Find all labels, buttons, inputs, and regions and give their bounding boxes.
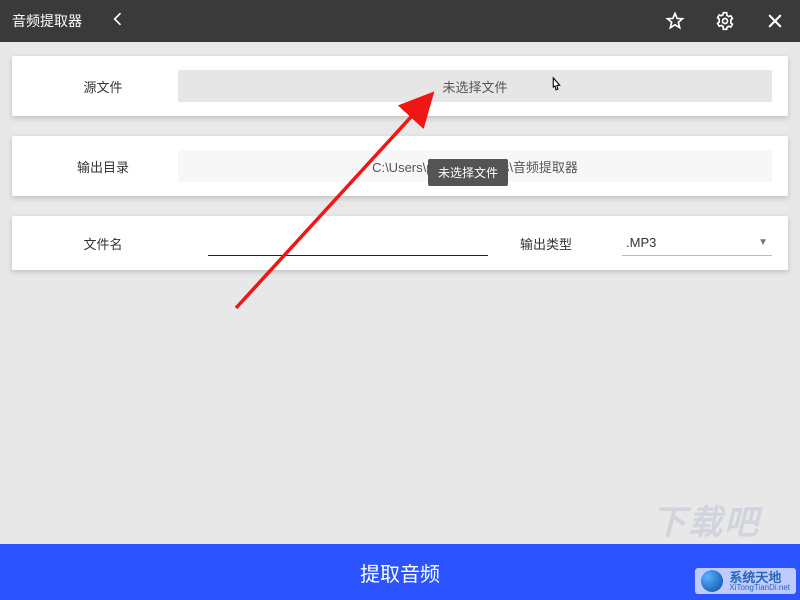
watermark: 系统天地 XiTongTianDi.net [695,568,796,594]
filename-input[interactable] [208,230,488,256]
output-dir-label: 输出目录 [28,157,178,176]
close-button[interactable] [762,8,788,34]
title-bar: 音频提取器 [0,0,800,42]
source-file-text: 未选择文件 [442,77,507,96]
file-options-card: 文件名 输出类型 .MP3 ▼ [12,216,788,270]
source-file-label: 源文件 [28,77,178,96]
source-file-tooltip: 未选择文件 [428,159,508,186]
output-type-value: .MP3 [626,235,656,250]
star-icon [665,11,685,31]
extract-button-label: 提取音频 [360,558,440,587]
output-dir-card: 输出目录 C:\Users\pc\Documents\音频提取器 [12,136,788,196]
source-file-picker[interactable]: 未选择文件 [178,70,772,102]
source-file-card: 源文件 未选择文件 [12,56,788,116]
globe-icon [701,570,723,592]
watermark-en: XiTongTianDi.net [729,584,790,592]
output-type-label: 输出类型 [520,234,572,253]
filename-label: 文件名 [28,234,178,253]
chevron-left-icon [108,9,128,29]
app-title: 音频提取器 [12,11,82,31]
watermark-cn: 系统天地 [729,571,790,584]
content-area: 源文件 未选择文件 未选择文件 输出目录 C:\Users\pc\Documen… [0,42,800,270]
watermark-ghost: 下载吧 [652,495,760,544]
close-icon [765,11,785,31]
favorite-button[interactable] [662,8,688,34]
watermark-text: 系统天地 XiTongTianDi.net [729,571,790,592]
pointer-cursor-icon [545,76,567,103]
back-button[interactable] [106,9,130,34]
output-type-select[interactable]: .MP3 ▼ [622,230,772,256]
chevron-down-icon: ▼ [758,237,768,248]
gear-icon [715,11,735,31]
extract-audio-button[interactable]: 提取音频 [0,544,800,600]
settings-button[interactable] [712,8,738,34]
